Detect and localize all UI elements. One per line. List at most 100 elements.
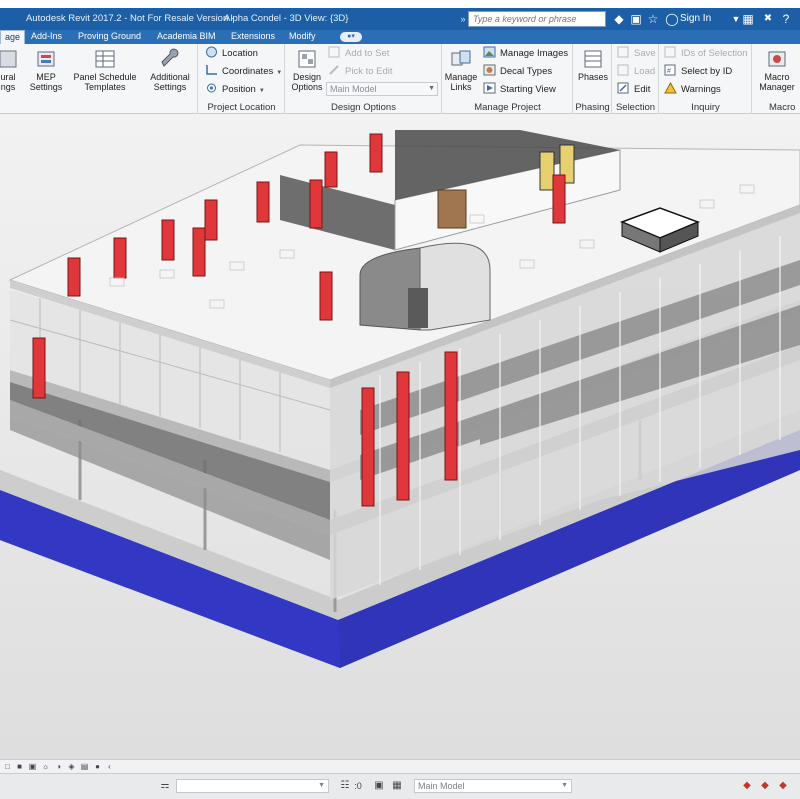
panel-title: Design Options bbox=[331, 102, 396, 113]
render-icon[interactable]: ◈ bbox=[66, 761, 77, 772]
design-options-button[interactable]: Design Options bbox=[288, 48, 326, 92]
macro-manager-icon bbox=[768, 51, 786, 67]
structural-settings-icon bbox=[0, 50, 17, 68]
edit-selection-button[interactable]: Edit bbox=[617, 82, 650, 98]
ids-of-selection-button[interactable]: IDs of Selection bbox=[664, 46, 748, 62]
shadows-icon[interactable]: ◑ bbox=[53, 761, 64, 772]
load-selection-button[interactable]: Load bbox=[617, 64, 655, 80]
close-icon[interactable]: ✖ bbox=[760, 11, 776, 27]
macros-panel: Macro Manager Macro bbox=[753, 44, 800, 114]
tab-add-ins[interactable]: Add-Ins bbox=[27, 30, 66, 44]
door-wood[interactable] bbox=[437, 189, 467, 229]
select-underlay-icon[interactable]: ◆ bbox=[758, 779, 772, 793]
active-option-dropdown[interactable]: Main Model ▼ bbox=[414, 779, 572, 793]
schedule-table-icon bbox=[95, 50, 115, 68]
binoculars-icon[interactable]: ◆ bbox=[611, 11, 627, 27]
ids-icon bbox=[664, 46, 676, 58]
curved-wall-right bbox=[419, 242, 491, 331]
infocenter-expander[interactable]: » bbox=[458, 11, 468, 27]
detail-level-icon[interactable]: ■ bbox=[14, 761, 25, 772]
ribbon: ural ngs MEP Settings Panel Schedule Tem… bbox=[0, 44, 800, 114]
macro-manager-button[interactable]: Macro Manager bbox=[755, 48, 799, 92]
collapse-arrow-icon[interactable]: ‹ bbox=[104, 761, 115, 772]
selection-count: :0 bbox=[354, 781, 362, 791]
edit-selection-icon bbox=[617, 82, 629, 94]
exclude-options-icon[interactable]: ▦ bbox=[390, 779, 404, 793]
manage-project-panel: Manage Links Manage Images Decal Types S… bbox=[443, 44, 573, 114]
manage-images-button[interactable]: Manage Images bbox=[483, 46, 568, 62]
chevron-down-icon: ▼ bbox=[428, 85, 435, 92]
chevron-down-icon: ▼ bbox=[276, 70, 283, 76]
chevron-down-icon: ▼ bbox=[561, 782, 568, 789]
building-model[interactable] bbox=[0, 114, 800, 759]
position-icon bbox=[207, 83, 216, 93]
warnings-button[interactable]: Warnings bbox=[664, 82, 721, 98]
view-control-bar: □ ■ ▣ ☼ ◑ ◈ ▤ ● ‹ bbox=[0, 759, 800, 773]
favorites-star-icon[interactable]: ☆ bbox=[645, 11, 661, 27]
mep-settings-button[interactable]: MEP Settings bbox=[26, 48, 66, 92]
structural-settings-button[interactable]: ural ngs bbox=[0, 48, 20, 92]
ribbon-display-toggle[interactable]: ●▾ bbox=[340, 32, 362, 42]
lock-view-icon[interactable]: ● bbox=[92, 761, 103, 772]
design-option-icon[interactable]: ▣ bbox=[372, 779, 386, 793]
comm-center-icon[interactable]: ▣ bbox=[628, 11, 644, 27]
design-options-panel: Design Options Add to Set Pick to Edit M… bbox=[286, 44, 442, 114]
chevron-down-icon: ▼ bbox=[318, 782, 325, 789]
warning-icon bbox=[664, 82, 677, 94]
position-button[interactable]: Position ▼ bbox=[205, 82, 265, 98]
tab-extensions[interactable]: Extensions bbox=[227, 30, 279, 44]
pick-to-edit-button[interactable]: Pick to Edit bbox=[328, 64, 393, 80]
help-icon[interactable]: ? bbox=[778, 11, 794, 27]
sun-path-icon[interactable]: ☼ bbox=[40, 761, 51, 772]
sign-in-button[interactable]: Sign In bbox=[680, 13, 711, 24]
save-selection-button[interactable]: Save bbox=[617, 46, 656, 62]
user-icon[interactable]: ◯ bbox=[664, 11, 680, 27]
location-button[interactable]: Location bbox=[205, 46, 258, 62]
design-options-icon bbox=[298, 50, 316, 68]
window-title: Autodesk Revit 2017.2 - Not For Resale V… bbox=[26, 13, 235, 24]
selection-panel: Save Load Edit Selection bbox=[613, 44, 659, 114]
coordinates-button[interactable]: Coordinates ▼ bbox=[205, 64, 282, 80]
select-pinned-icon[interactable]: ◆ bbox=[776, 779, 790, 793]
svg-text:#: # bbox=[667, 68, 671, 75]
panel-title: Macro bbox=[769, 102, 796, 113]
phases-button[interactable]: Phases bbox=[576, 48, 610, 82]
workset-dropdown[interactable]: ▼ bbox=[176, 779, 329, 793]
tab-academia-bim[interactable]: Academia BIM bbox=[153, 30, 220, 44]
panel-title: Selection bbox=[615, 102, 656, 113]
manage-links-button[interactable]: Manage Links bbox=[443, 48, 479, 92]
workset-icon[interactable]: ⚎ bbox=[158, 779, 172, 793]
select-by-id-icon: # bbox=[664, 64, 676, 76]
inquiry-panel: IDs of Selection # Select by ID Warnings … bbox=[660, 44, 752, 114]
tab-manage[interactable]: age bbox=[0, 30, 26, 44]
starting-view-icon bbox=[483, 82, 496, 94]
3d-view-canvas[interactable] bbox=[0, 114, 800, 759]
load-icon bbox=[617, 64, 629, 76]
starting-view-button[interactable]: Starting View bbox=[483, 82, 556, 98]
phasing-panel: Phases Phasing bbox=[574, 44, 612, 114]
select-links-icon[interactable]: ◆ bbox=[740, 779, 754, 793]
exchange-apps-icon[interactable]: ▦ bbox=[740, 11, 756, 27]
chevron-down-icon: ▼ bbox=[258, 88, 265, 94]
scale-icon[interactable]: □ bbox=[2, 761, 13, 772]
panel-schedule-templates-button[interactable]: Panel Schedule Templates bbox=[72, 48, 138, 92]
mep-settings-icon bbox=[37, 51, 55, 67]
search-input[interactable] bbox=[468, 11, 606, 27]
ribbon-tab-bar: age Add-Ins Proving Ground Academia BIM … bbox=[0, 30, 800, 44]
image-icon bbox=[483, 46, 496, 58]
active-design-option-combo[interactable]: Main Model ▼ bbox=[326, 82, 438, 96]
document-title: Alpha Condel - 3D View: {3D} bbox=[224, 13, 349, 24]
crop-region-icon[interactable]: ▤ bbox=[79, 761, 90, 772]
wrench-icon bbox=[161, 48, 179, 67]
tab-proving-ground[interactable]: Proving Ground bbox=[74, 30, 145, 44]
tab-modify[interactable]: Modify bbox=[285, 30, 320, 44]
add-to-set-button[interactable]: Add to Set bbox=[328, 46, 389, 62]
meeting-room-door[interactable] bbox=[408, 288, 428, 328]
visual-style-icon[interactable]: ▣ bbox=[27, 761, 38, 772]
additional-settings-button[interactable]: Additional Settings bbox=[146, 48, 194, 92]
coordinates-icon bbox=[206, 65, 217, 75]
phases-icon bbox=[584, 50, 602, 68]
door-yellow-left[interactable] bbox=[539, 151, 555, 191]
select-by-id-button[interactable]: # Select by ID bbox=[664, 64, 732, 80]
decal-types-button[interactable]: Decal Types bbox=[483, 64, 552, 80]
